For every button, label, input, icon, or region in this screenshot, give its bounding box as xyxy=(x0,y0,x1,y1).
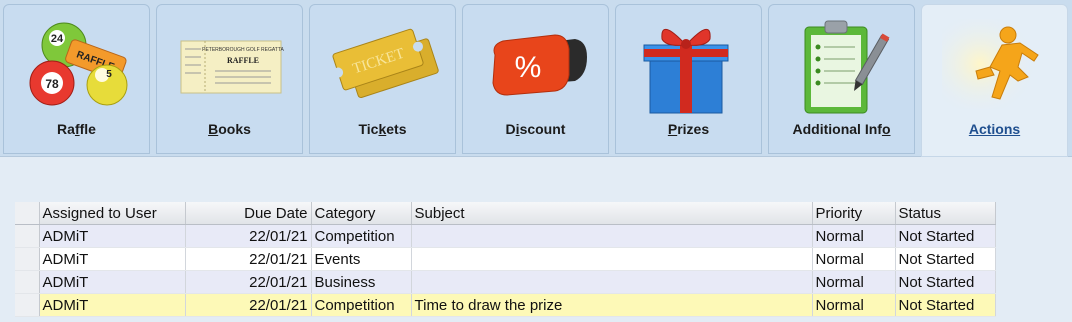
tab-prizes-label: Prizes xyxy=(667,121,710,137)
raffle-book-icon: PETERBOROUGH GOLF REGATTA RAFFLE xyxy=(180,40,285,94)
svg-text:%: % xyxy=(515,51,542,84)
cell-status: Not Started xyxy=(895,247,996,271)
tab-discount[interactable]: % Discount xyxy=(462,4,609,154)
tab-tickets-label: Tickets xyxy=(358,121,407,137)
discount-tag-icon: % xyxy=(492,34,587,96)
raffle-balls-icon: 24 RAFFLE 5 78 xyxy=(29,22,128,106)
cell-user: ADMiT xyxy=(39,224,186,248)
table-row[interactable]: ADMiT 22/01/21 Business Normal Not Start… xyxy=(15,270,996,294)
running-man-icon xyxy=(942,19,1039,109)
cell-subject xyxy=(411,224,813,248)
ticket-icon: TICKET xyxy=(332,28,439,99)
cell-priority: Normal xyxy=(812,247,896,271)
tab-actions-label: Actions xyxy=(968,121,1021,137)
tab-discount-label: Discount xyxy=(505,121,566,137)
cell-category: Competition xyxy=(311,224,412,248)
cell-user: ADMiT xyxy=(39,270,186,294)
svg-text:24: 24 xyxy=(51,33,64,45)
column-header-due-date[interactable]: Due Date xyxy=(185,202,312,225)
row-header-corner xyxy=(15,202,40,225)
cell-status: Not Started xyxy=(895,293,996,317)
cell-due-date: 22/01/21 xyxy=(185,293,312,317)
tab-additional-info-label: Additional Info xyxy=(792,121,891,137)
table-row[interactable]: ADMiT 22/01/21 Competition Normal Not St… xyxy=(15,224,996,248)
cell-category: Events xyxy=(311,247,412,271)
cell-status: Not Started xyxy=(895,224,996,248)
tab-tickets[interactable]: TICKET Tickets xyxy=(309,4,456,154)
row-selector[interactable] xyxy=(15,247,40,271)
cell-priority: Normal xyxy=(812,293,896,317)
row-selector[interactable] xyxy=(15,224,40,248)
clipboard-icon xyxy=(804,20,890,114)
svg-text:PETERBOROUGH GOLF REGATTA: PETERBOROUGH GOLF REGATTA xyxy=(202,47,284,53)
tab-books-label: Books xyxy=(208,121,251,137)
tab-books[interactable]: PETERBOROUGH GOLF REGATTA RAFFLE Books xyxy=(156,4,303,154)
cell-priority: Normal xyxy=(812,270,896,294)
tab-actions[interactable]: Actions xyxy=(921,4,1068,157)
cell-due-date: 22/01/21 xyxy=(185,247,312,271)
tab-additional-info[interactable]: Additional Info xyxy=(768,4,915,154)
cell-due-date: 22/01/21 xyxy=(185,270,312,294)
cell-subject xyxy=(411,247,813,271)
svg-text:5: 5 xyxy=(106,69,112,80)
column-header-subject[interactable]: Subject xyxy=(411,202,813,225)
row-selector[interactable] xyxy=(15,270,40,294)
row-selector[interactable] xyxy=(15,293,40,317)
cell-user: ADMiT xyxy=(39,293,186,317)
table-row[interactable]: ADMiT 22/01/21 Events Normal Not Started xyxy=(15,247,996,271)
svg-text:RAFFLE: RAFFLE xyxy=(227,56,259,65)
cell-category: Business xyxy=(311,270,412,294)
column-header-priority[interactable]: Priority xyxy=(812,202,896,225)
svg-text:78: 78 xyxy=(45,77,59,91)
cell-status: Not Started xyxy=(895,270,996,294)
column-header-category[interactable]: Category xyxy=(311,202,412,225)
cell-user: ADMiT xyxy=(39,247,186,271)
tab-raffle-label: Raffle xyxy=(57,121,96,137)
cell-subject: Time to draw the prize xyxy=(411,293,813,317)
cell-subject xyxy=(411,270,813,294)
cell-category: Competition xyxy=(311,293,412,317)
cell-priority: Normal xyxy=(812,224,896,248)
tab-bar: 24 RAFFLE 5 78 Raffle PETERBOROUGH GOLF … xyxy=(0,0,1072,157)
tab-prizes[interactable]: Prizes xyxy=(615,4,762,154)
tab-raffle[interactable]: 24 RAFFLE 5 78 Raffle xyxy=(3,4,150,154)
cell-due-date: 22/01/21 xyxy=(185,224,312,248)
gift-box-icon xyxy=(643,29,729,114)
grid-header-row: Assigned to User Due Date Category Subje… xyxy=(15,202,996,225)
column-header-status[interactable]: Status xyxy=(895,202,996,225)
column-header-assigned-user[interactable]: Assigned to User xyxy=(39,202,186,225)
actions-grid: Assigned to User Due Date Category Subje… xyxy=(15,202,996,317)
table-row-selected[interactable]: ADMiT 22/01/21 Competition Time to draw … xyxy=(15,293,996,317)
